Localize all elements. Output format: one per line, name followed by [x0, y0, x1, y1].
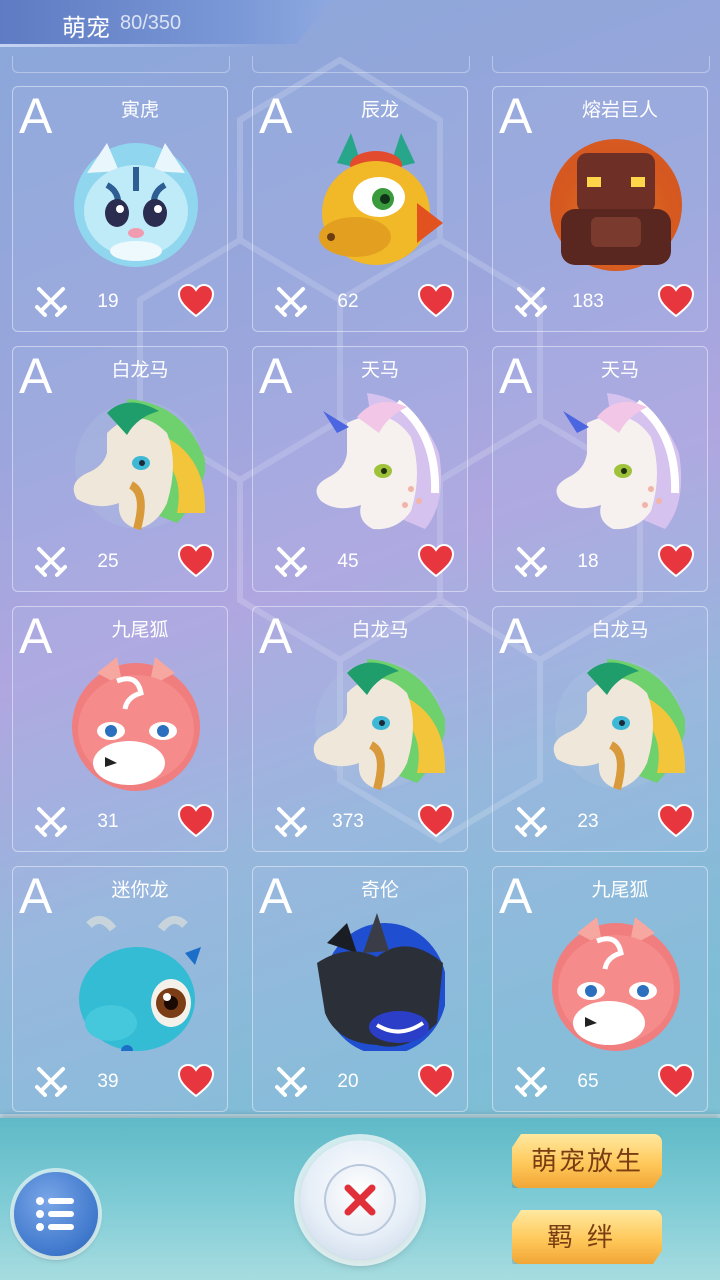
close-button[interactable]	[300, 1140, 420, 1260]
heart-icon[interactable]	[417, 543, 455, 579]
pet-name: 奇伦	[360, 880, 399, 901]
pet-card[interactable]: A 迷你龙 39	[12, 866, 228, 1112]
pet-grade: A	[259, 608, 293, 664]
heart-icon[interactable]	[657, 543, 695, 579]
pet-attack-value: 23	[577, 811, 599, 832]
pet-grade: A	[499, 868, 533, 924]
crossed-swords-icon	[35, 287, 67, 317]
pet-portrait-tiger	[74, 143, 198, 267]
list-icon	[36, 1197, 74, 1231]
page-title: 萌宠	[62, 15, 110, 42]
pet-grade: A	[259, 868, 293, 924]
pet-count: 80/350	[120, 12, 182, 34]
pet-card[interactable]: A 奇伦 20	[252, 866, 468, 1112]
card-stub	[492, 56, 710, 73]
heart-icon[interactable]	[177, 803, 215, 839]
pet-attack-value: 45	[337, 551, 359, 572]
pet-grade: A	[19, 608, 53, 664]
crossed-swords-icon	[275, 287, 307, 317]
crossed-swords-icon	[515, 807, 547, 837]
pet-portrait-fox	[552, 917, 680, 1051]
pet-portrait-horse	[313, 659, 445, 791]
pet-name: 白龙马	[591, 620, 649, 641]
pet-name: 天马	[600, 360, 639, 381]
pet-attack-value: 31	[97, 811, 119, 832]
pet-name: 寅虎	[120, 100, 159, 121]
bond-button[interactable]: 羁绊	[512, 1210, 662, 1264]
pet-attack-value: 25	[97, 551, 119, 572]
heart-icon[interactable]	[657, 803, 695, 839]
pet-grade: A	[19, 868, 53, 924]
pet-portrait-horse	[553, 659, 685, 791]
pet-card[interactable]: A 熔岩巨人 183	[492, 86, 708, 332]
heart-icon[interactable]	[177, 1063, 215, 1099]
heart-icon[interactable]	[417, 283, 455, 319]
card-stub	[252, 56, 470, 73]
pet-name: 九尾狐	[111, 620, 169, 641]
pet-name: 迷你龙	[111, 880, 169, 901]
pet-grade: A	[499, 348, 533, 404]
pet-attack-value: 373	[332, 811, 364, 832]
pet-card[interactable]: A 九尾狐 65	[492, 866, 708, 1112]
pet-grade: A	[259, 88, 293, 144]
pet-card[interactable]: A 九尾狐 31	[12, 606, 228, 852]
crossed-swords-icon	[35, 807, 67, 837]
header-divider	[0, 44, 260, 47]
pet-card[interactable]: A 天马 18	[492, 346, 708, 592]
pet-attack-value: 183	[572, 291, 604, 312]
pet-portrait-horse	[73, 399, 205, 531]
pet-attack-value: 65	[577, 1071, 599, 1092]
pet-card[interactable]: A 白龙马 25	[12, 346, 228, 592]
pet-portrait-unicorn	[316, 393, 442, 530]
heart-icon[interactable]	[177, 283, 215, 319]
pet-name: 白龙马	[111, 360, 169, 381]
pet-card[interactable]: A 白龙马 23	[492, 606, 708, 852]
heart-icon[interactable]	[657, 283, 695, 319]
heart-icon[interactable]	[417, 803, 455, 839]
crossed-swords-icon	[515, 547, 547, 577]
pet-name: 九尾狐	[591, 880, 649, 901]
pet-card[interactable]: A 辰龙 62	[252, 86, 468, 332]
pet-name: 天马	[360, 360, 399, 381]
pet-card[interactable]: A 寅虎 19	[12, 86, 228, 332]
crossed-swords-icon	[515, 1067, 547, 1097]
pet-attack-value: 62	[337, 291, 359, 312]
pet-card[interactable]: A 白龙马 373	[252, 606, 468, 852]
heart-icon[interactable]	[177, 543, 215, 579]
crossed-swords-icon	[275, 547, 307, 577]
pet-grade: A	[19, 348, 53, 404]
card-stub	[12, 56, 230, 73]
pet-grade: A	[259, 348, 293, 404]
title-bar: 萌宠 80/350	[0, 0, 330, 44]
crossed-swords-icon	[275, 807, 307, 837]
pet-portrait-qilin	[317, 913, 445, 1051]
pet-grade: A	[19, 88, 53, 144]
crossed-swords-icon	[35, 1067, 67, 1097]
pet-portrait-dragon	[319, 133, 443, 265]
crossed-swords-icon	[35, 547, 67, 577]
pet-name: 辰龙	[360, 100, 399, 121]
release-pet-button[interactable]: 萌宠放生	[512, 1134, 662, 1188]
pet-attack-value: 20	[337, 1071, 359, 1092]
pet-attack-value: 19	[97, 291, 119, 312]
pet-name: 熔岩巨人	[581, 100, 658, 121]
heart-icon[interactable]	[417, 1063, 455, 1099]
close-button-inner	[324, 1164, 396, 1236]
pet-attack-value: 39	[97, 1071, 119, 1092]
pet-portrait-unicorn	[556, 393, 682, 530]
pet-grade: A	[499, 88, 533, 144]
pet-portrait-golem	[550, 139, 682, 271]
pet-name: 白龙马	[351, 620, 409, 641]
pet-attack-value: 18	[577, 551, 599, 572]
pet-grade: A	[499, 608, 533, 664]
pet-portrait-minidragon	[79, 915, 201, 1051]
crossed-swords-icon	[275, 1067, 307, 1097]
crossed-swords-icon	[515, 287, 547, 317]
pet-portrait-fox	[72, 657, 200, 791]
pet-card[interactable]: A 天马 45	[252, 346, 468, 592]
heart-icon[interactable]	[657, 1063, 695, 1099]
menu-button[interactable]	[14, 1172, 98, 1256]
close-icon	[344, 1184, 376, 1216]
